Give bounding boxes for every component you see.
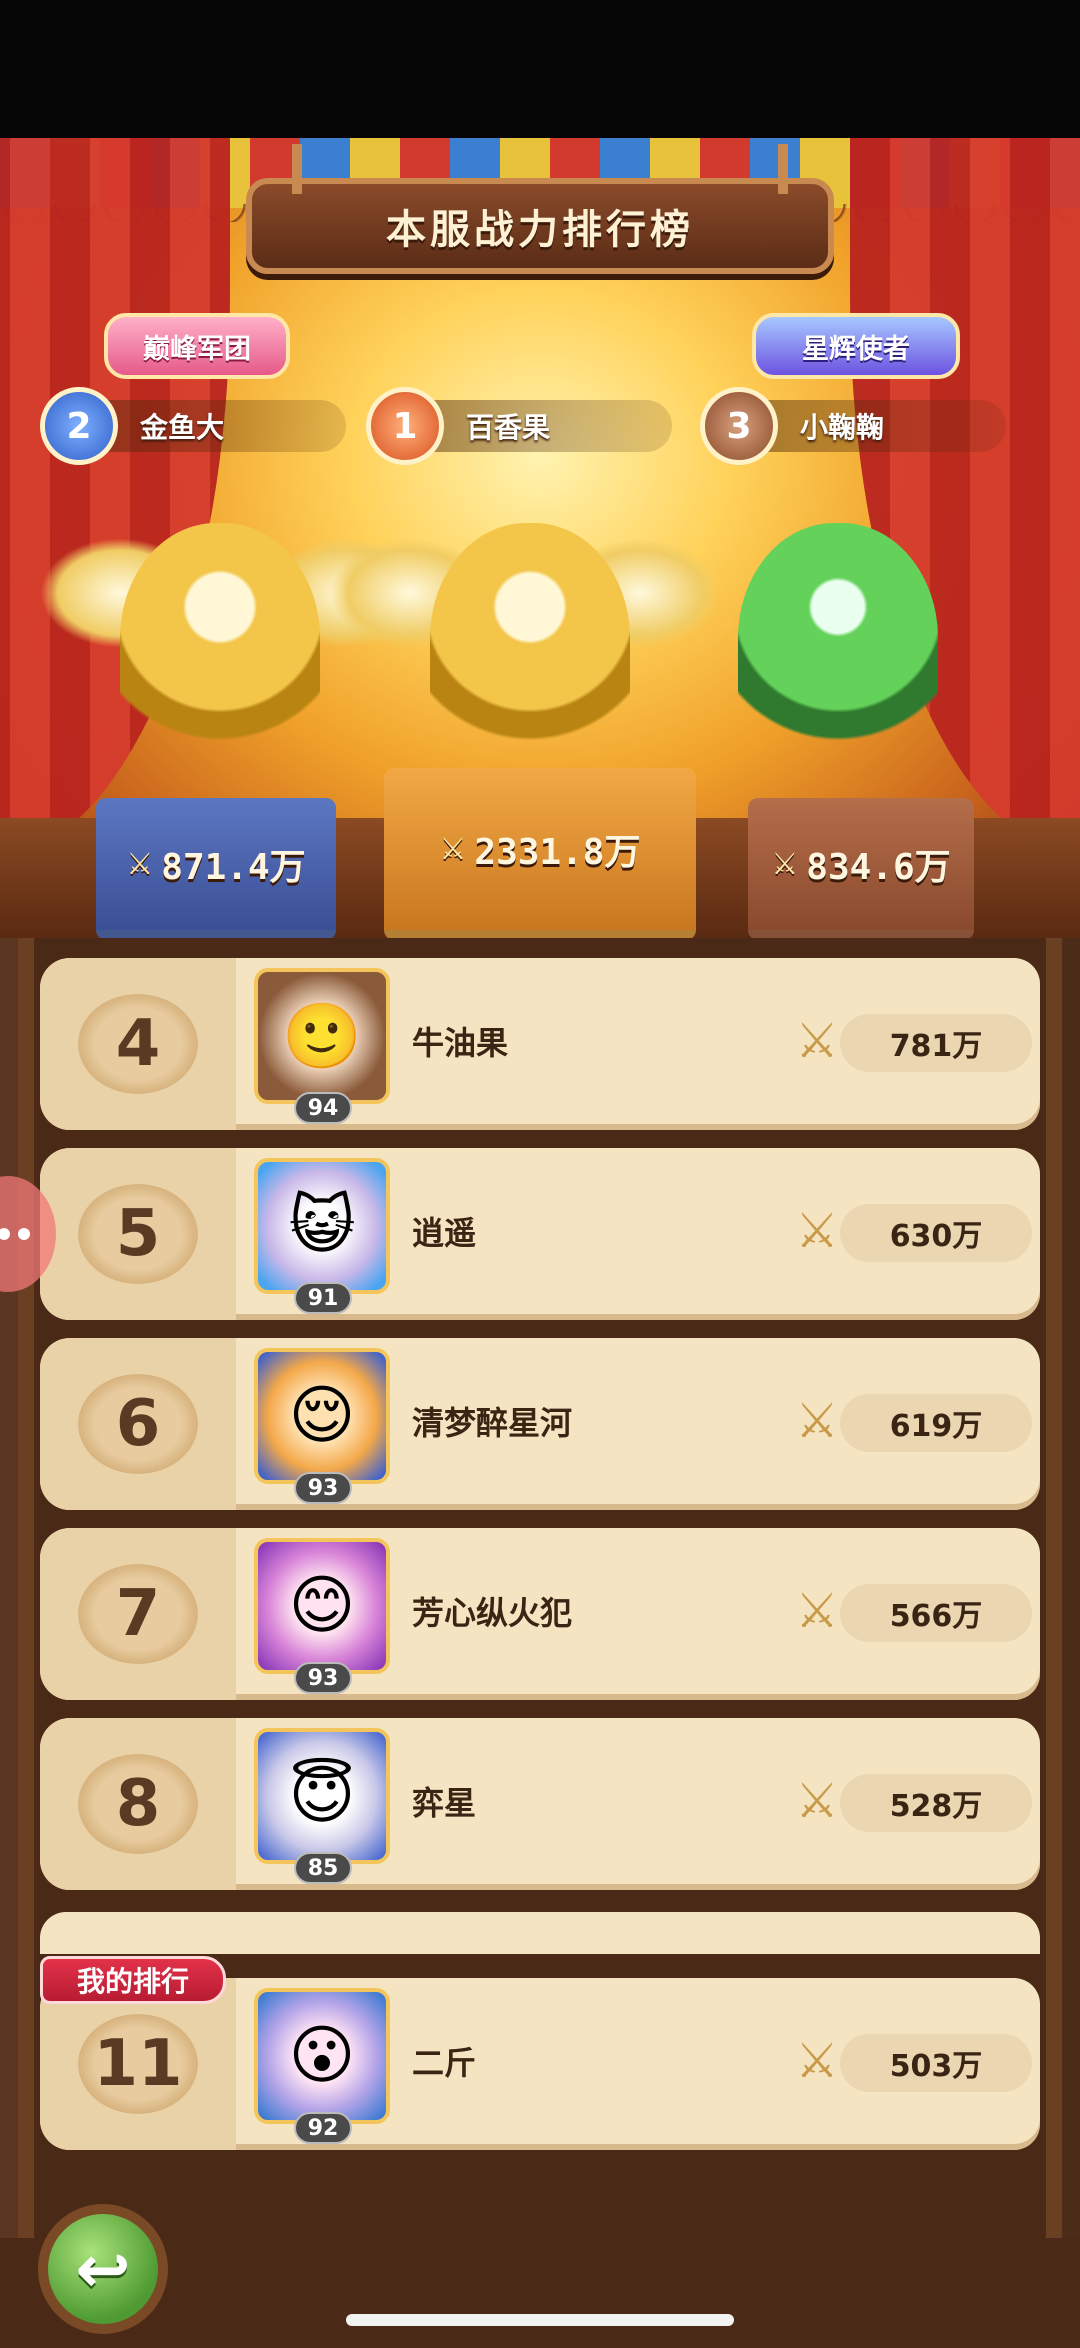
ranking-row[interactable]: 5 😺 91 逍遥 630万 ⚔: [40, 1148, 1040, 1320]
avatar[interactable]: 😌: [254, 1348, 390, 1484]
podium-name-rank3[interactable]: 3 小鞠鞠: [700, 387, 1006, 465]
hero-figure-rank1[interactable]: [430, 523, 630, 763]
rank-medal-2: 2: [40, 387, 118, 465]
ranking-row[interactable]: 6 😌 93 清梦醉星河 619万 ⚔: [40, 1338, 1040, 1510]
player-name: 二斤: [412, 2044, 477, 2082]
power-value: 871.4万: [161, 847, 306, 888]
crossed-swords-icon: ⚔: [795, 1583, 839, 1639]
title-badge-peak-legion: 巅峰军团: [104, 313, 290, 379]
ranking-row[interactable]: 8 😇 85 弈星 528万 ⚔: [40, 1718, 1040, 1890]
title-board: 本服战力排行榜: [246, 144, 834, 274]
power-value: 781万: [840, 1014, 1032, 1072]
player-name: 小鞠鞠: [800, 411, 885, 444]
my-rank-section: 我的排行 11 😮 92 二斤 503万 ⚔: [0, 1956, 1080, 2150]
player-name: 芳心纵火犯: [412, 1594, 573, 1632]
level-badge: 94: [294, 1092, 352, 1124]
rank-number: 7: [78, 1564, 198, 1664]
home-indicator[interactable]: [346, 2314, 734, 2326]
power-value: 834.6万: [806, 847, 951, 888]
ranking-row-partial[interactable]: [40, 1912, 1040, 1954]
crossed-swords-icon: ⚔: [795, 1013, 839, 1069]
podium-stage: 本服战力排行榜 巅峰军团 星辉使者 2 金鱼大 1 百香果 3 小鞠鞠 ⚔ 87…: [0, 138, 1080, 938]
hero-figure-rank3[interactable]: [738, 523, 938, 763]
level-badge: 92: [294, 2112, 352, 2144]
avatar[interactable]: 😊: [254, 1538, 390, 1674]
avatar[interactable]: 🙂: [254, 968, 390, 1104]
ranking-list-area[interactable]: 4 🙂 94 牛油果 781万 ⚔ 5 😺 91 逍遥 630万 ⚔ 6 😌 9…: [0, 938, 1080, 2348]
player-name: 清梦醉星河: [412, 1404, 573, 1442]
crossed-swords-icon: ⚔: [439, 831, 467, 867]
title-badge-star-envoy: 星辉使者: [752, 313, 960, 379]
player-name: 弈星: [412, 1784, 477, 1822]
rank-number: 11: [78, 2014, 198, 2114]
crossed-swords-icon: ⚔: [771, 846, 799, 882]
podium-name-rank2[interactable]: 2 金鱼大: [40, 387, 346, 465]
rope-left: [292, 144, 302, 194]
ranking-row[interactable]: 4 🙂 94 牛油果 781万 ⚔: [40, 958, 1040, 1130]
crossed-swords-icon: ⚔: [795, 2033, 839, 2089]
power-value: 619万: [840, 1394, 1032, 1452]
player-name: 牛油果: [412, 1024, 509, 1062]
crossed-swords-icon: ⚔: [795, 1203, 839, 1259]
rank-medal-3: 3: [700, 387, 778, 465]
level-badge: 91: [294, 1282, 352, 1314]
level-badge: 85: [294, 1852, 352, 1884]
rank-number: 6: [78, 1374, 198, 1474]
dot-icon: [18, 1228, 30, 1240]
pedestal-rank2: ⚔ 871.4万: [96, 798, 336, 938]
my-rank-tag: 我的排行: [40, 1956, 226, 2004]
level-badge: 93: [294, 1472, 352, 1504]
dot-icon: [0, 1228, 10, 1240]
avatar[interactable]: 😇: [254, 1728, 390, 1864]
player-name: 逍遥: [412, 1214, 477, 1252]
player-name: 金鱼大: [140, 411, 225, 444]
rank-number: 4: [78, 994, 198, 1094]
hero-figure-rank2[interactable]: [120, 523, 320, 763]
podium-name-rank1[interactable]: 1 百香果: [366, 387, 672, 465]
rank-number: 8: [78, 1754, 198, 1854]
rope-right: [778, 144, 788, 194]
rank-number: 5: [78, 1184, 198, 1284]
avatar[interactable]: 😮: [254, 1988, 390, 2124]
pedestal-rank1: ⚔ 2331.8万: [384, 768, 696, 938]
back-arrow-icon: ↩: [75, 2230, 131, 2308]
status-bar: [0, 0, 1080, 138]
back-button[interactable]: ↩: [38, 2204, 168, 2334]
power-value: 528万: [840, 1774, 1032, 1832]
crossed-swords-icon: ⚔: [126, 846, 154, 882]
level-badge: 93: [294, 1662, 352, 1694]
rank-medal-1: 1: [366, 387, 444, 465]
player-name: 百香果: [466, 411, 551, 444]
avatar[interactable]: 😺: [254, 1158, 390, 1294]
ranking-row[interactable]: 7 😊 93 芳心纵火犯 566万 ⚔: [40, 1528, 1040, 1700]
power-value: 630万: [840, 1204, 1032, 1262]
power-value: 566万: [840, 1584, 1032, 1642]
pedestal-rank3: ⚔ 834.6万: [748, 798, 974, 938]
power-value: 2331.8万: [474, 832, 641, 873]
crossed-swords-icon: ⚔: [795, 1393, 839, 1449]
crossed-swords-icon: ⚔: [795, 1773, 839, 1829]
power-value: 503万: [840, 2034, 1032, 2092]
page-title: 本服战力排行榜: [386, 207, 694, 253]
